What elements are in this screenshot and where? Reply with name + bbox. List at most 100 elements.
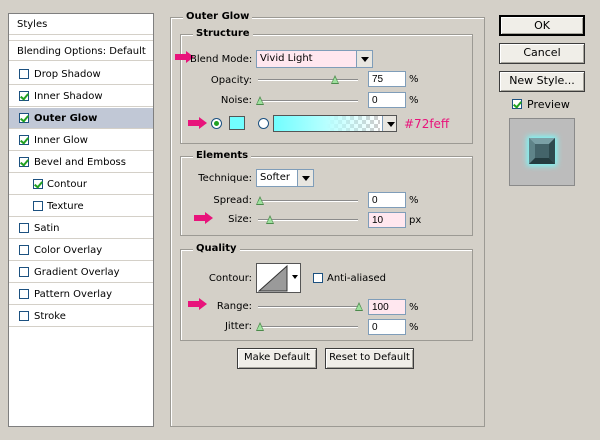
noise-label: Noise: [220, 95, 252, 106]
range-input[interactable] [368, 299, 406, 315]
style-item-label: Color Overlay [34, 245, 103, 256]
jitter-input[interactable] [368, 319, 406, 335]
style-item-contour[interactable]: Contour [9, 174, 153, 195]
style-item-label: Inner Shadow [34, 91, 103, 102]
chevron-down-icon[interactable] [292, 275, 298, 279]
blend-mode-select[interactable]: Vivid Light [256, 50, 373, 68]
style-item-stroke[interactable]: Stroke [9, 306, 153, 327]
percent-unit: % [409, 95, 419, 106]
preview-bevel-icon [527, 136, 557, 166]
checkbox-pattern-overlay[interactable] [19, 289, 29, 299]
cancel-button[interactable]: Cancel [499, 43, 585, 64]
contour-picker[interactable] [256, 263, 301, 293]
anti-aliased-label: Anti-aliased [327, 273, 387, 284]
blend-mode-label: Blend Mode: [190, 54, 253, 65]
spread-label: Spread: [213, 195, 252, 206]
styles-header-row[interactable]: Styles [9, 14, 153, 35]
blending-options-row[interactable]: Blending Options: Default [9, 40, 153, 61]
structure-title: Structure [193, 28, 253, 39]
elements-title: Elements [193, 150, 252, 161]
range-slider-track[interactable] [258, 306, 358, 308]
percent-unit: % [409, 195, 419, 206]
checkbox-gradient-overlay[interactable] [19, 267, 29, 277]
preview-checkbox[interactable] [512, 99, 522, 109]
style-item-label: Texture [47, 201, 84, 212]
style-item-drop-shadow[interactable]: Drop Shadow [9, 64, 153, 85]
checkbox-inner-glow[interactable] [19, 135, 29, 145]
reset-to-default-button[interactable]: Reset to Default [325, 348, 414, 369]
style-item-gradient-overlay[interactable]: Gradient Overlay [9, 262, 153, 283]
jitter-label: Jitter: [224, 321, 252, 332]
blend-mode-value: Vivid Light [260, 53, 313, 64]
make-default-button[interactable]: Make Default [237, 348, 317, 369]
style-item-inner-shadow[interactable]: Inner Shadow [9, 86, 153, 107]
noise-input[interactable] [368, 92, 406, 108]
style-item-inner-glow[interactable]: Inner Glow [9, 130, 153, 151]
style-item-label: Outer Glow [34, 113, 98, 124]
styles-header: Styles [17, 19, 48, 30]
spread-input[interactable] [368, 192, 406, 208]
style-item-label: Satin [34, 223, 60, 234]
checkbox-stroke[interactable] [19, 311, 29, 321]
opacity-slider-thumb[interactable] [331, 75, 339, 84]
checkbox-contour[interactable] [33, 179, 43, 189]
style-item-label: Stroke [34, 311, 66, 322]
style-item-label: Drop Shadow [34, 69, 101, 80]
percent-unit: % [409, 322, 419, 333]
size-slider-thumb[interactable] [266, 215, 274, 224]
color-hex-note: #72feff [404, 117, 450, 131]
px-unit: px [409, 215, 422, 226]
chevron-down-icon[interactable] [356, 51, 372, 67]
opacity-slider-track[interactable] [258, 79, 358, 81]
checkbox-inner-shadow[interactable] [19, 91, 29, 101]
opacity-input[interactable] [368, 71, 406, 87]
solid-color-radio[interactable] [211, 118, 222, 129]
range-slider-thumb[interactable] [355, 302, 363, 311]
style-item-pattern-overlay[interactable]: Pattern Overlay [9, 284, 153, 305]
gradient-picker[interactable] [273, 115, 397, 132]
styles-list-panel: Styles Blending Options: Default Drop Sh… [8, 13, 154, 427]
checkbox-satin[interactable] [19, 223, 29, 233]
blending-options-label: Blending Options: Default [17, 46, 146, 57]
opacity-label: Opacity: [210, 75, 252, 86]
style-item-texture[interactable]: Texture [9, 196, 153, 217]
checkbox-bevel-emboss[interactable] [19, 157, 29, 167]
style-item-satin[interactable]: Satin [9, 218, 153, 239]
color-swatch[interactable] [229, 116, 245, 130]
ok-button[interactable]: OK [499, 15, 585, 36]
chevron-down-icon[interactable] [382, 116, 396, 131]
pink-arrow-icon [188, 117, 207, 129]
spread-slider-thumb[interactable] [256, 196, 264, 205]
style-item-color-overlay[interactable]: Color Overlay [9, 240, 153, 261]
style-item-label: Bevel and Emboss [34, 157, 126, 168]
technique-select[interactable]: Softer [256, 169, 314, 187]
checkbox-outer-glow[interactable] [19, 113, 29, 123]
checkbox-drop-shadow[interactable] [19, 69, 29, 79]
gradient-preview [274, 116, 380, 131]
spread-slider-track[interactable] [258, 200, 358, 202]
style-item-label: Inner Glow [34, 135, 88, 146]
technique-value: Softer [260, 172, 290, 183]
size-input[interactable] [368, 212, 406, 228]
checkbox-texture[interactable] [33, 201, 43, 211]
anti-aliased-checkbox[interactable] [313, 273, 323, 283]
checkbox-color-overlay[interactable] [19, 245, 29, 255]
technique-label: Technique: [198, 173, 252, 184]
style-item-bevel-emboss[interactable]: Bevel and Emboss [9, 152, 153, 173]
outer-glow-title: Outer Glow [183, 11, 253, 22]
noise-slider-track[interactable] [258, 100, 358, 102]
chevron-down-icon[interactable] [297, 170, 313, 186]
jitter-slider-thumb[interactable] [256, 322, 264, 331]
quality-title: Quality [193, 243, 240, 254]
percent-unit: % [409, 302, 419, 313]
noise-slider-thumb[interactable] [256, 96, 264, 105]
style-item-label: Pattern Overlay [34, 289, 113, 300]
jitter-slider-track[interactable] [258, 326, 358, 328]
gradient-radio[interactable] [258, 118, 269, 129]
style-item-label: Contour [47, 179, 87, 190]
style-preview-thumbnail [509, 118, 575, 186]
contour-label: Contour: [208, 273, 252, 284]
new-style-button[interactable]: New Style... [499, 71, 585, 92]
range-label: Range: [216, 301, 252, 312]
style-item-outer-glow[interactable]: Outer Glow [9, 108, 153, 129]
